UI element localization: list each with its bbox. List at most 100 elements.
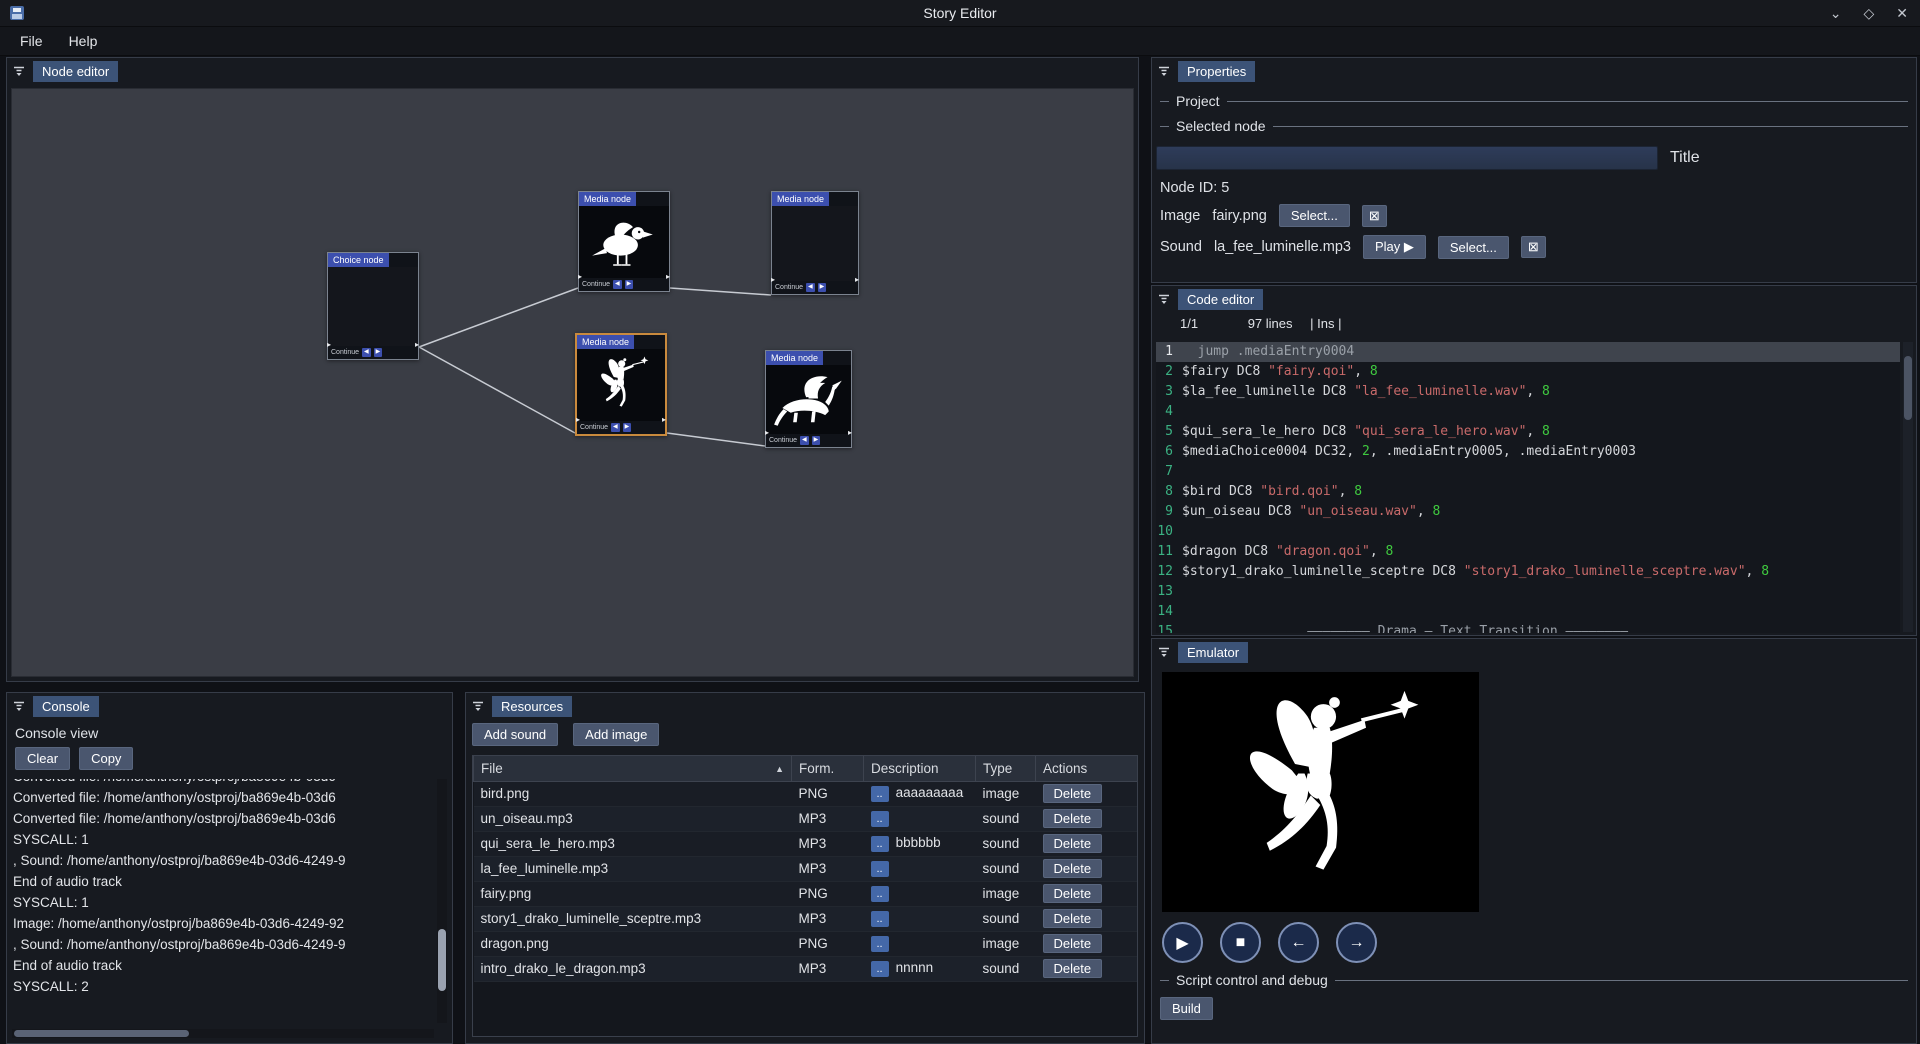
table-row[interactable]: bird.pngPNG..aaaaaaaaaimageDelete [474, 781, 1139, 806]
collapse-panel-icon[interactable] [1157, 64, 1171, 78]
node-prev-button[interactable]: ◀ [613, 280, 622, 289]
input-port[interactable]: ▸ [327, 341, 331, 349]
console-hscroll-thumb[interactable] [14, 1030, 189, 1037]
collapse-panel-icon[interactable] [471, 699, 485, 713]
title-input[interactable] [1156, 146, 1658, 170]
console-vertical-scrollbar[interactable] [437, 779, 447, 1023]
edit-description-button[interactable]: .. [871, 836, 889, 852]
stop-button[interactable]: ■ [1220, 922, 1261, 963]
maximize-button[interactable]: ◇ [1863, 5, 1874, 22]
menu-file[interactable]: File [8, 29, 55, 53]
edit-description-button[interactable]: .. [871, 786, 889, 802]
code-line[interactable]: 15 ———————— Drama — Text Transition ————… [1156, 622, 1900, 633]
copy-button[interactable]: Copy [79, 747, 133, 770]
select-image-button[interactable]: Select... [1279, 204, 1350, 227]
code-line[interactable]: 9$un_oiseau DC8 "un_oiseau.wav", 8 [1156, 502, 1900, 522]
output-port[interactable]: ▸ [848, 429, 852, 437]
code-line[interactable]: 10 [1156, 522, 1900, 542]
console-horizontal-scrollbar[interactable] [12, 1029, 434, 1038]
graph-node-dragon[interactable]: Media nodeContinue◀▶▸▸ [765, 350, 852, 448]
node-canvas[interactable]: Choice nodeContinue◀▶▸▸Media nodeContinu… [11, 88, 1134, 677]
node-next-button[interactable]: ▶ [625, 280, 634, 289]
edit-description-button[interactable]: .. [871, 811, 889, 827]
node-next-button[interactable]: ▶ [812, 436, 821, 445]
code-line[interactable]: 7 [1156, 462, 1900, 482]
input-port[interactable]: ▸ [765, 429, 769, 437]
code-scrollbar[interactable] [1903, 342, 1913, 632]
code-line[interactable]: 5$qui_sera_le_hero DC8 "qui_sera_le_hero… [1156, 422, 1900, 442]
node-editor-tab[interactable]: Node editor [33, 61, 118, 82]
node-prev-button[interactable]: ◀ [611, 423, 620, 432]
clear-button[interactable]: Clear [15, 747, 70, 770]
column-header-type[interactable]: Type [976, 756, 1036, 781]
code-line[interactable]: 14 [1156, 602, 1900, 622]
node-next-button[interactable]: ▶ [818, 283, 827, 292]
properties-tab[interactable]: Properties [1178, 61, 1255, 82]
code-line[interactable]: 3$la_fee_luminelle DC8 "la_fee_luminelle… [1156, 382, 1900, 402]
node-prev-button[interactable]: ◀ [800, 436, 809, 445]
add-sound-button[interactable]: Add sound [472, 723, 558, 746]
node-next-button[interactable]: ▶ [623, 423, 632, 432]
code-line[interactable]: 12$story1_drako_luminelle_sceptre DC8 "s… [1156, 562, 1900, 582]
console-tab[interactable]: Console [33, 696, 99, 717]
delete-button[interactable]: Delete [1043, 909, 1103, 928]
table-row[interactable]: dragon.pngPNG..imageDelete [474, 931, 1139, 956]
code-line[interactable]: 13 [1156, 582, 1900, 602]
code-scrollbar-thumb[interactable] [1904, 356, 1912, 420]
node-prev-button[interactable]: ◀ [806, 283, 815, 292]
graph-node-choice[interactable]: Choice nodeContinue◀▶▸▸ [327, 252, 419, 360]
graph-node-end[interactable]: Media nodeContinue◀▶▸▸ [771, 191, 859, 295]
code-area[interactable]: 1 jump .mediaEntry00042$fairy DC8 "fairy… [1156, 342, 1900, 633]
edit-description-button[interactable]: .. [871, 861, 889, 877]
column-header-file[interactable]: File▲ [474, 756, 792, 781]
table-row[interactable]: la_fee_luminelle.mp3MP3..soundDelete [474, 856, 1139, 881]
clear-image-button[interactable]: ⊠ [1362, 205, 1387, 227]
edit-description-button[interactable]: .. [871, 936, 889, 952]
select-sound-button[interactable]: Select... [1438, 236, 1509, 259]
resources-tab[interactable]: Resources [492, 696, 572, 717]
output-port[interactable]: ▸ [662, 416, 666, 424]
collapse-panel-icon[interactable] [12, 64, 26, 78]
graph-node-fairy[interactable]: Media nodeContinue◀▶▸▸ [575, 333, 667, 436]
table-row[interactable]: un_oiseau.mp3MP3..soundDelete [474, 806, 1139, 831]
edit-description-button[interactable]: .. [871, 961, 889, 977]
code-line[interactable]: 11$dragon DC8 "dragon.qoi", 8 [1156, 542, 1900, 562]
edit-description-button[interactable]: .. [871, 911, 889, 927]
step-back-button[interactable]: ← [1278, 922, 1319, 963]
minimize-button[interactable]: ⌄ [1830, 5, 1842, 22]
delete-button[interactable]: Delete [1043, 934, 1103, 953]
build-button[interactable]: Build [1160, 997, 1213, 1020]
table-row[interactable]: intro_drako_le_dragon.mp3MP3..nnnnnsound… [474, 956, 1139, 981]
code-line[interactable]: 4 [1156, 402, 1900, 422]
input-port[interactable]: ▸ [576, 416, 580, 424]
column-header-format[interactable]: Form. [792, 756, 864, 781]
step-forward-button[interactable]: → [1336, 922, 1377, 963]
close-button[interactable]: ✕ [1896, 5, 1908, 22]
collapse-panel-icon[interactable] [1157, 645, 1171, 659]
collapse-panel-icon[interactable] [1157, 292, 1171, 306]
graph-node-bird[interactable]: Media nodeContinue◀▶▸▸ [578, 191, 670, 292]
code-line[interactable]: 2$fairy DC8 "fairy.qoi", 8 [1156, 362, 1900, 382]
delete-button[interactable]: Delete [1043, 834, 1103, 853]
menu-help[interactable]: Help [57, 29, 110, 53]
delete-button[interactable]: Delete [1043, 959, 1103, 978]
edit-description-button[interactable]: .. [871, 886, 889, 902]
table-row[interactable]: story1_drako_luminelle_sceptre.mp3MP3..s… [474, 906, 1139, 931]
code-line[interactable]: 1 jump .mediaEntry0004 [1156, 342, 1900, 362]
input-port[interactable]: ▸ [578, 273, 582, 281]
column-header-description[interactable]: Description [864, 756, 976, 781]
play-sound-button[interactable]: Play ▶ [1363, 235, 1426, 259]
table-row[interactable]: qui_sera_le_hero.mp3MP3..bbbbbbsoundDele… [474, 831, 1139, 856]
table-row[interactable]: fairy.pngPNG..imageDelete [474, 881, 1139, 906]
code-editor-tab[interactable]: Code editor [1178, 289, 1263, 310]
node-next-button[interactable]: ▶ [374, 348, 383, 357]
output-port[interactable]: ▸ [855, 276, 859, 284]
delete-button[interactable]: Delete [1043, 884, 1103, 903]
add-image-button[interactable]: Add image [573, 723, 659, 746]
code-line[interactable]: 6$mediaChoice0004 DC32, 2, .mediaEntry00… [1156, 442, 1900, 462]
node-prev-button[interactable]: ◀ [362, 348, 371, 357]
output-port[interactable]: ▸ [666, 273, 670, 281]
delete-button[interactable]: Delete [1043, 784, 1103, 803]
output-port[interactable]: ▸ [415, 341, 419, 349]
console-log[interactable]: Converted file: /home/anthony/ostproj/ba… [13, 779, 432, 1025]
